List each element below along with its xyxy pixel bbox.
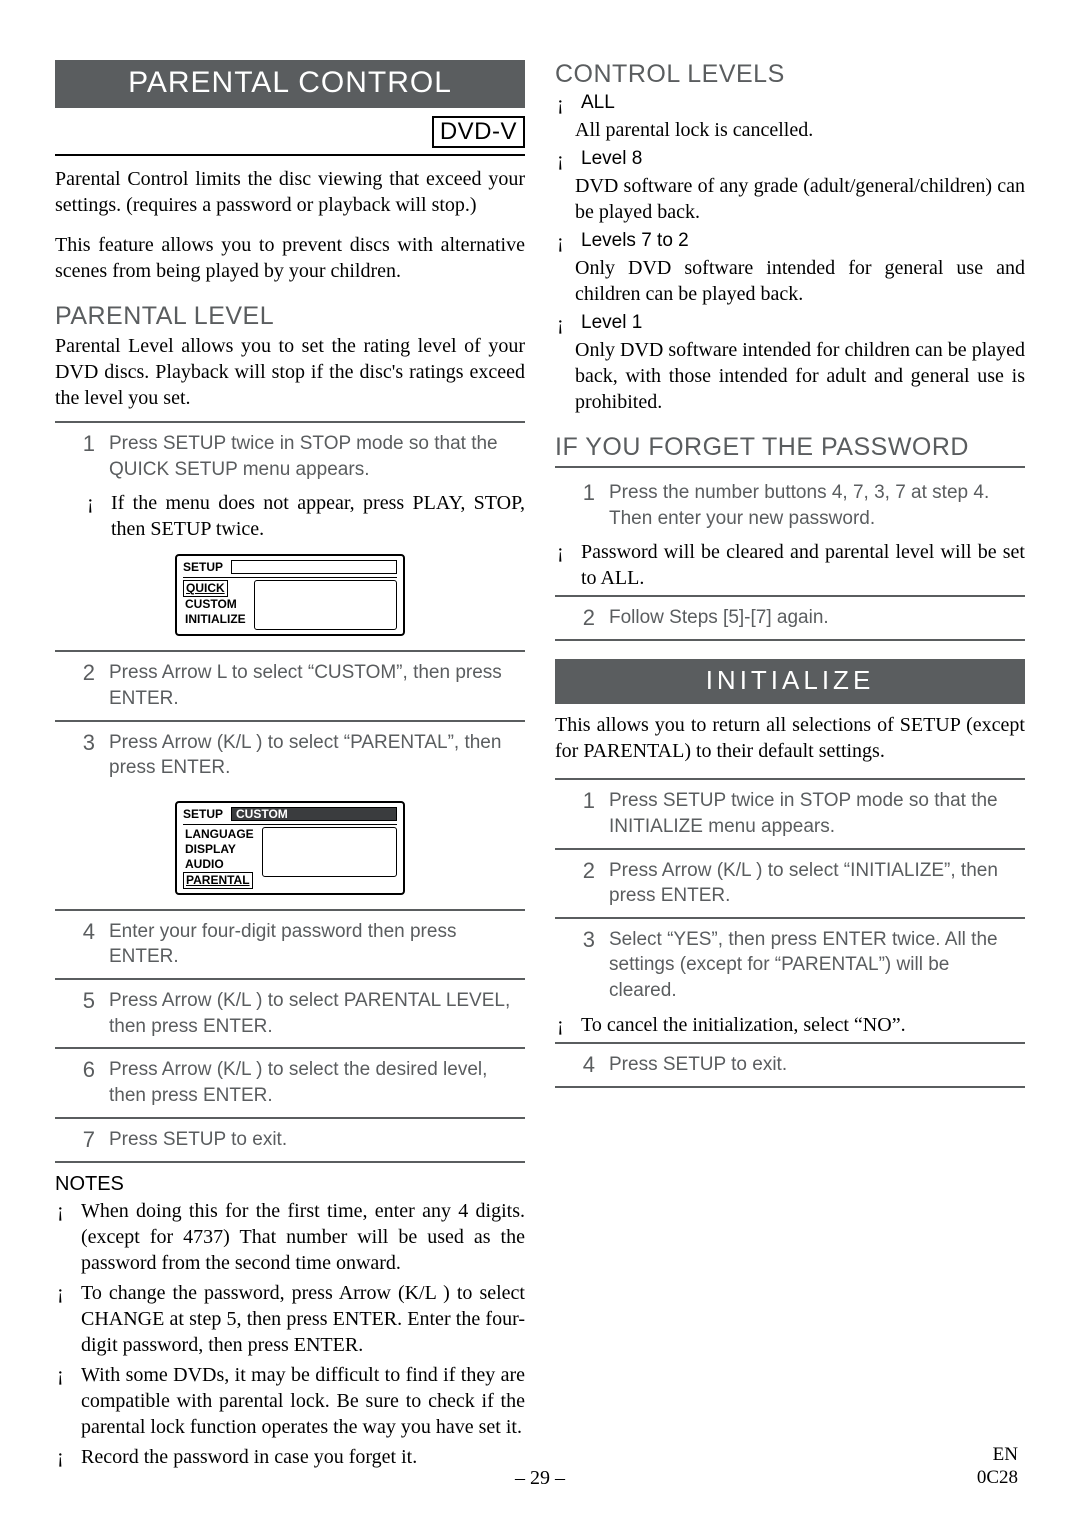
step-text: Press SETUP to exit. [109,1127,287,1153]
step-number: 4 [73,919,95,970]
step-text: Enter your four-digit password then pres… [109,919,521,970]
step-number: 3 [73,730,95,781]
step-number: 7 [73,1127,95,1153]
step-number: 2 [573,605,595,631]
step-number: 1 [573,788,595,839]
bullet-icon: ¡ [87,490,101,542]
parental-level-body: Parental Level allows you to set the rat… [55,333,525,411]
bullet-icon: ¡ [557,91,571,117]
parental-control-title: PARENTAL CONTROL [55,60,525,108]
bullet-icon: ¡ [557,539,571,591]
step-text: Press the number buttons 4, 7, 3, 7 at s… [609,480,1021,531]
step-number: 2 [573,858,595,909]
step-text: Press Arrow (K/L ) to select the desired… [109,1057,521,1108]
step-text: Press Arrow (K/L ) to select PARENTAL LE… [109,988,521,1039]
step-text: Press SETUP to exit. [609,1052,787,1078]
bullet-icon: ¡ [57,1198,71,1276]
bullet-icon: ¡ [557,229,571,255]
setup-menu-diagram-1: SETUP QUICK CUSTOM INITIALIZE [175,554,405,636]
divider [55,154,525,156]
bullet-icon: ¡ [557,311,571,337]
step-number: 1 [73,431,95,482]
bullet-icon: ¡ [57,1362,71,1440]
bullet-icon: ¡ [557,147,571,173]
intro-paragraph-1: Parental Control limits the disc viewing… [55,166,525,218]
step-number: 2 [73,660,95,711]
control-levels-heading: CONTROL LEVELS [555,60,1025,89]
step-number: 5 [73,988,95,1039]
forget-password-heading: IF YOU FORGET THE PASSWORD [555,433,1025,462]
dvd-v-tag: DVD-V [432,116,525,148]
bullet-icon: ¡ [57,1280,71,1358]
bullet-icon: ¡ [557,1012,571,1038]
setup-menu-diagram-2: SETUPCUSTOM LANGUAGE DISPLAY AUDIO PAREN… [175,801,405,895]
step-text: Press SETUP twice in STOP mode so that t… [609,788,1021,839]
step-text: Follow Steps [5]-[7] again. [609,605,829,631]
bullet-icon: ¡ [57,1444,71,1470]
step-text: Select “YES”, then press ENTER twice. Al… [609,927,1021,1004]
step-number: 3 [573,927,595,1004]
step-1-note: ¡ If the menu does not appear, press PLA… [55,490,525,542]
right-column: CONTROL LEVELS ¡ALL All parental lock is… [555,60,1025,1474]
step-text: Press Arrow (K/L ) to select “PARENTAL”,… [109,730,521,781]
step-text: Press Arrow L to select “CUSTOM”, then p… [109,660,521,711]
page-number: – 29 – [0,1467,1080,1490]
step-text: Press SETUP twice in STOP mode so that t… [109,431,521,482]
left-column: PARENTAL CONTROL DVD-V Parental Control … [55,60,525,1474]
step-1-wrap: 1 Press SETUP twice in STOP mode so that… [55,421,525,490]
step-number: 6 [73,1057,95,1108]
notes-heading: NOTES [55,1173,525,1196]
step-text: Press Arrow (K/L ) to select “INITIALIZE… [609,858,1021,909]
footer-code: EN 0C28 [977,1444,1018,1490]
intro-paragraph-2: This feature allows you to prevent discs… [55,232,525,284]
initialize-body: This allows you to return all selections… [555,712,1025,764]
step-number: 1 [573,480,595,531]
step-number: 4 [573,1052,595,1078]
initialize-title: INITIALIZE [555,659,1025,704]
parental-level-heading: PARENTAL LEVEL [55,302,525,331]
